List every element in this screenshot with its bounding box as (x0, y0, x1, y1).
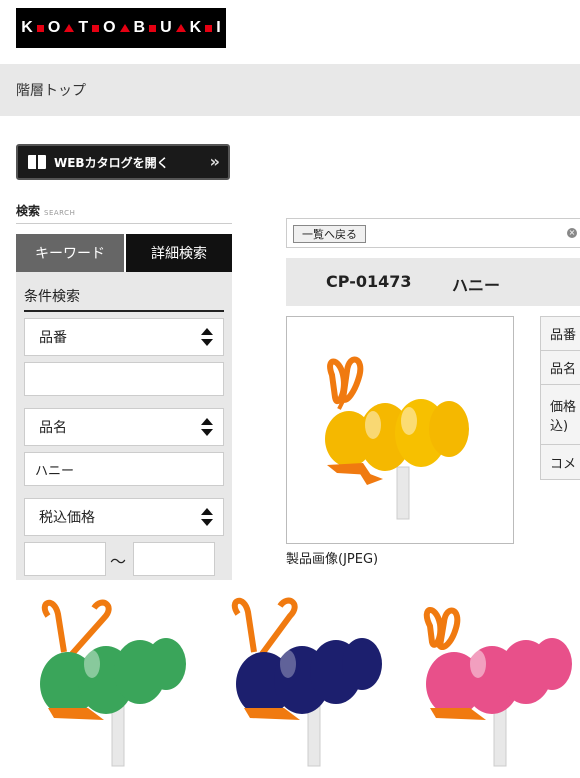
logo-letter: K (189, 19, 202, 36)
logo-letter: K (21, 19, 33, 36)
search-heading: 検索 SEARCH (16, 200, 232, 224)
back-to-list-button[interactable]: 一覧へ戻る (293, 225, 366, 243)
price-max-input[interactable] (133, 542, 215, 576)
web-catalog-button[interactable]: WEBカタログを開く » (16, 144, 230, 180)
variant-thumbnail-green[interactable] (24, 596, 194, 768)
logo-letter: B (133, 19, 146, 36)
close-icon[interactable]: × (567, 228, 577, 238)
sort-arrows-icon (201, 418, 213, 436)
caterpillar-navy-illustration (231, 597, 382, 767)
product-name: ハニー (452, 276, 501, 295)
spec-label-price-line1: 価格 (550, 399, 577, 415)
field-select-1[interactable]: 品番 (24, 318, 224, 356)
price-min-input[interactable] (24, 542, 106, 576)
logo-letter: I (216, 19, 221, 36)
search-heading-en: SEARCH (44, 209, 76, 217)
field-select-1-value: 品番 (39, 330, 67, 346)
logo-letter: O (47, 19, 61, 36)
tab-keyword[interactable]: キーワード (16, 234, 124, 272)
variant-thumbnail-pink[interactable] (410, 596, 580, 768)
web-catalog-label: WEBカタログを開く (54, 155, 169, 170)
product-title-bar: CP-01473 ハニー (286, 258, 580, 306)
double-chevron-right-icon: » (209, 152, 220, 171)
caterpillar-pink-illustration (423, 607, 572, 767)
spec-label-comment: コメ (550, 456, 577, 472)
spec-label-code: 品番 (541, 317, 580, 351)
sort-arrows-icon (201, 328, 213, 346)
search-value-input-2[interactable] (24, 452, 224, 486)
search-value-input-1[interactable] (24, 362, 224, 396)
field-select-3-value: 税込価格 (39, 510, 95, 526)
field-select-2-value: 品名 (39, 420, 67, 436)
book-icon (28, 155, 46, 169)
spec-table: 品番 品名 価格 込) コメ (540, 316, 580, 480)
sort-arrows-icon (201, 508, 213, 526)
logo-letter: U (160, 19, 172, 36)
caterpillar-green-illustration (40, 599, 186, 767)
field-select-3[interactable]: 税込価格 (24, 498, 224, 536)
logo-letter: O (103, 19, 116, 36)
search-heading-jp: 検索 (16, 204, 41, 218)
product-code: CP-01473 (326, 272, 412, 291)
logo-letter: T (78, 19, 89, 36)
spec-label-price-line2: 込) (550, 418, 569, 434)
back-bar: 一覧へ戻る × (286, 218, 580, 248)
condition-search-panel: 条件検索 品番 品名 税込価格 ～ (16, 272, 232, 580)
caterpillar-yellow-illustration (325, 356, 469, 520)
spec-label-price: 価格 込) (541, 385, 580, 445)
tab-detail-search[interactable]: 詳細検索 (126, 234, 232, 272)
search-tabs: キーワード 詳細検索 (16, 234, 232, 272)
breadcrumb: 階層トップ (0, 64, 580, 116)
spec-label-name: 品名 (541, 351, 580, 385)
field-select-2[interactable]: 品名 (24, 408, 224, 446)
condition-title: 条件検索 (24, 286, 224, 312)
product-image[interactable] (286, 316, 514, 544)
variant-thumbnail-navy[interactable] (220, 596, 390, 768)
breadcrumb-top-link[interactable]: 階層トップ (16, 80, 86, 100)
image-caption[interactable]: 製品画像(JPEG) (286, 548, 378, 567)
kotobuki-logo[interactable]: K O T O B U K I (16, 8, 226, 48)
range-separator: ～ (110, 552, 127, 571)
